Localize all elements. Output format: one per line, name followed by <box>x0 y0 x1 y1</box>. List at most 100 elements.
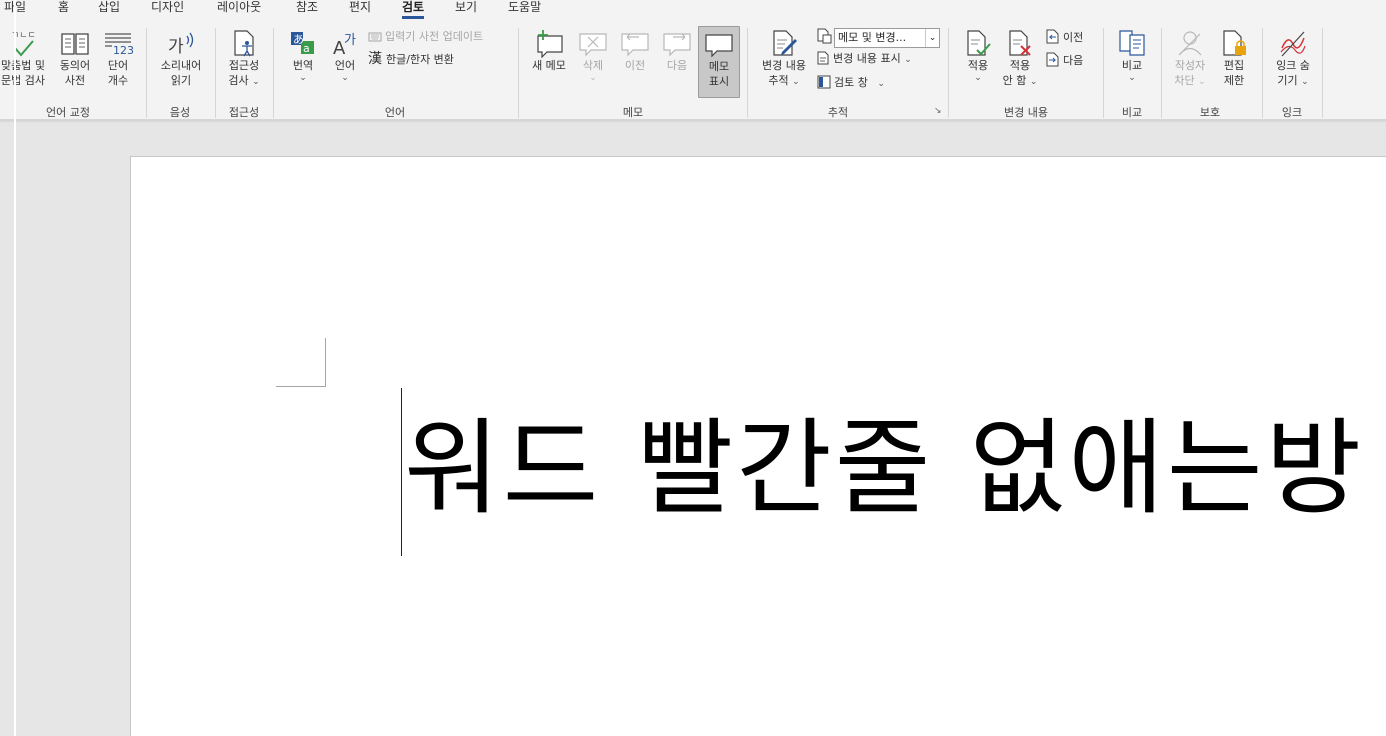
block-authors-label-1: 작성자 <box>1174 59 1206 72</box>
hide-ink-icon <box>1280 31 1306 57</box>
block-authors-icon <box>1178 31 1202 56</box>
spelling-grammar-button[interactable]: ㄱㄴㄷ 맞춤법 및 문법 검사 <box>0 28 52 88</box>
previous-change-icon <box>1046 29 1059 44</box>
tab-references[interactable]: 참조 <box>296 0 318 14</box>
read-aloud-label-2: 읽기 <box>170 74 192 87</box>
show-comments-label-1: 메모 <box>708 60 730 73</box>
group-separator <box>948 28 949 118</box>
delete-comment-button[interactable]: 삭제 ⌄ <box>576 28 610 83</box>
group-label-ink: 잉크 <box>1281 106 1303 119</box>
word-count-label-1: 단어 <box>107 59 129 72</box>
read-aloud-label-1: 소리내어 <box>160 59 202 72</box>
new-comment-icon <box>537 30 563 58</box>
lock-document-icon <box>1223 30 1246 56</box>
tab-help[interactable]: 도움말 <box>508 0 541 14</box>
dialog-launcher-icon[interactable]: ↘ <box>934 106 942 116</box>
translate-button[interactable]: あ a 번역 ⌄ <box>284 28 322 83</box>
thesaurus-button[interactable]: 동의어 사전 <box>56 28 94 88</box>
show-markup-button[interactable]: 변경 내용 표시 ⌄ <box>817 51 912 67</box>
reject-label-2: 안 함 ⌄ <box>1002 74 1038 87</box>
show-comments-button[interactable]: 메모 표시 <box>698 26 740 98</box>
restrict-editing-label-2: 제한 <box>1223 74 1245 87</box>
tab-layout[interactable]: 레이아웃 <box>217 0 261 14</box>
hide-ink-label-2: 기기 ⌄ <box>1277 74 1309 87</box>
accessibility-label-2: 검사 ⌄ <box>228 74 260 87</box>
accessibility-label-1: 접근성 <box>228 59 260 72</box>
language-icon: A 가 <box>333 33 356 58</box>
compare-icon <box>1119 30 1145 56</box>
word-count-icon: 123 <box>105 33 134 57</box>
text-cursor <box>401 388 402 556</box>
markup-display-icon <box>817 28 832 44</box>
delete-comment-icon <box>579 33 607 57</box>
reviewing-pane-icon <box>817 75 831 89</box>
svg-text:123: 123 <box>113 44 134 57</box>
group-separator <box>1161 28 1162 118</box>
chevron-down-icon: ⌄ <box>341 73 349 83</box>
read-aloud-button[interactable]: 가 소리내어 읽기 <box>153 28 209 88</box>
tab-view[interactable]: 보기 <box>455 0 477 14</box>
reject-change-button[interactable]: 적용 안 함 ⌄ <box>998 28 1042 88</box>
group-separator <box>1322 28 1323 118</box>
group-label-comments: 메모 <box>622 106 644 119</box>
update-ime-dictionary-button[interactable]: 입력기 사전 업데이트 <box>368 29 483 45</box>
document-body-text[interactable]: 워드 빨간줄 없애는방 <box>404 408 1364 528</box>
accept-change-button[interactable]: 적용 ⌄ <box>958 28 998 83</box>
chevron-down-icon: ⌄ <box>589 73 597 83</box>
read-aloud-icon: 가 <box>168 32 194 57</box>
hide-ink-button[interactable]: 잉크 숨 기기 ⌄ <box>1268 28 1318 88</box>
previous-comment-button[interactable]: 이전 <box>618 28 652 73</box>
group-label-compare: 비교 <box>1121 106 1143 119</box>
spelling-check-icon: ㄱㄴㄷ <box>11 31 36 57</box>
translate-icon: あ a <box>291 32 314 55</box>
language-button[interactable]: A 가 언어 ⌄ <box>326 28 364 83</box>
spelling-label-2: 문법 검사 <box>1 74 45 87</box>
display-for-review-icon-wrap <box>816 28 835 46</box>
group-separator <box>273 28 274 118</box>
next-change-button[interactable]: 다음 <box>1046 52 1083 69</box>
tab-home[interactable]: 홈 <box>58 0 69 14</box>
previous-comment-label: 이전 <box>624 59 646 72</box>
word-count-button[interactable]: 123 단어 개수 <box>99 28 137 88</box>
tab-review[interactable]: 검토 <box>402 0 425 19</box>
next-change-icon <box>1046 52 1059 67</box>
group-label-tracking: 추적 <box>827 106 849 119</box>
next-comment-icon <box>663 33 691 57</box>
tab-insert[interactable]: 삽입 <box>98 0 120 14</box>
reject-icon <box>1009 30 1031 56</box>
markup-mode-select[interactable]: 메모 및 변경... ⌄ <box>834 28 940 48</box>
thesaurus-label-2: 사전 <box>64 74 86 87</box>
ribbon: ㄱㄴㄷ 맞춤법 및 문법 검사 동의어 사전 123 단어 개수 언어 교정 가… <box>0 20 1386 120</box>
block-authors-label-2: 차단 ⌄ <box>1174 74 1206 87</box>
reject-label-1: 적용 <box>1009 59 1031 72</box>
svg-text:가: 가 <box>344 33 356 48</box>
delete-comment-label: 삭제 <box>582 59 604 72</box>
new-comment-button[interactable]: 새 메모 <box>526 28 572 73</box>
reviewing-pane-button[interactable]: 검토 창 ⌄ <box>817 75 885 91</box>
accessibility-check-button[interactable]: 접근성 검사 ⌄ <box>220 28 268 88</box>
group-label-language: 언어 <box>384 106 406 119</box>
next-comment-button[interactable]: 다음 <box>660 28 694 73</box>
group-separator <box>1262 28 1263 118</box>
group-label-protect: 보호 <box>1199 106 1221 119</box>
chevron-down-icon: ⌄ <box>299 73 307 83</box>
tab-design[interactable]: 디자인 <box>151 0 184 14</box>
show-comments-icon <box>705 34 733 58</box>
chevron-down-icon: ⌄ <box>925 29 939 47</box>
compare-button[interactable]: 비교 ⌄ <box>1114 28 1150 83</box>
hangul-hanja-convert-button[interactable]: 漢 한글/한자 변환 <box>368 51 454 68</box>
chevron-down-icon: ⌄ <box>974 73 982 83</box>
group-separator <box>747 28 748 118</box>
translate-label: 번역 <box>292 59 314 72</box>
accessibility-icon <box>234 30 254 57</box>
block-authors-button[interactable]: 작성자 차단 ⌄ <box>1168 28 1212 88</box>
track-changes-button[interactable]: 변경 내용 추적 ⌄ <box>755 28 813 88</box>
restrict-editing-button[interactable]: 편집 제한 <box>1214 28 1254 88</box>
next-comment-label: 다음 <box>666 59 688 72</box>
svg-text:a: a <box>303 42 310 55</box>
workspace-border <box>14 0 16 736</box>
previous-change-button[interactable]: 이전 <box>1046 29 1083 46</box>
thesaurus-label-1: 동의어 <box>59 59 91 72</box>
language-label: 언어 <box>334 59 356 72</box>
tab-mailings[interactable]: 편지 <box>349 0 371 14</box>
